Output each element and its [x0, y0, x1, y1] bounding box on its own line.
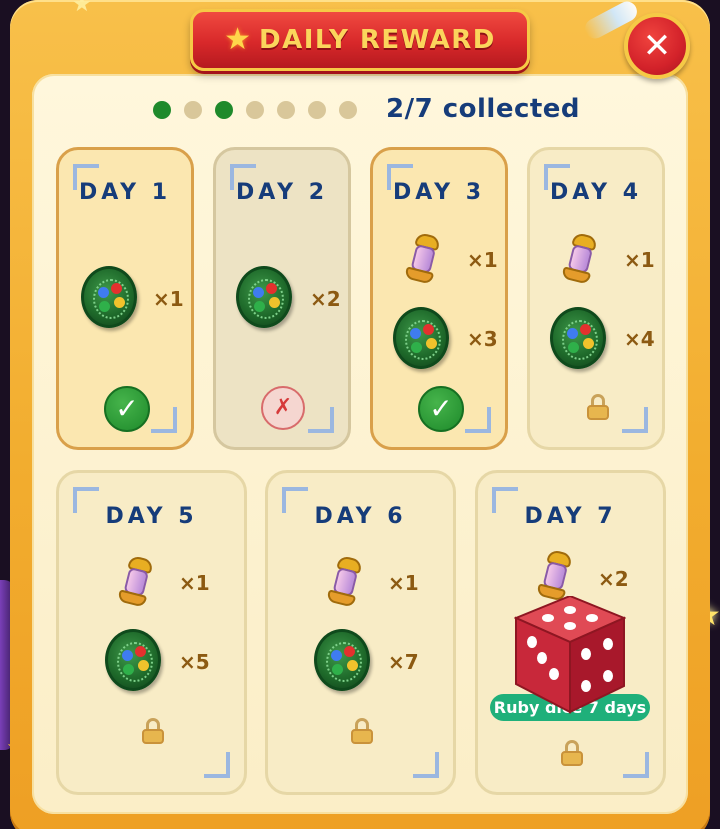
- dialog-title: DAILY REWARD: [259, 25, 496, 55]
- day-card-2[interactable]: DAY 2 ×2 ✗: [213, 147, 351, 450]
- day-label: DAY 2: [235, 180, 329, 205]
- green-disc-icon: [314, 629, 370, 691]
- corner-bracket: [308, 407, 334, 433]
- corner-bracket: [623, 752, 649, 778]
- title-banner: ★ DAILY REWARD: [190, 9, 530, 71]
- day-label: DAY 5: [105, 504, 198, 529]
- reward-quantity: ×1: [153, 287, 184, 311]
- corner-bracket: [204, 752, 230, 778]
- reward-quantity: ×1: [388, 571, 419, 595]
- day-label: DAY 1: [78, 180, 172, 205]
- lock-icon: [351, 718, 373, 744]
- corner-bracket: [622, 407, 648, 433]
- reward-quantity: ×2: [310, 287, 341, 311]
- green-disc-icon: [393, 307, 449, 369]
- day-card-6[interactable]: DAY 6 ×1 ×7: [265, 470, 456, 795]
- ruby-dice-icon: [514, 596, 626, 714]
- claimed-check-icon: ✓: [104, 386, 150, 432]
- day-label: DAY 6: [314, 504, 407, 529]
- star-icon: ★: [224, 22, 252, 57]
- collected-count: 2/7 collected: [386, 94, 581, 124]
- progress-dot-4: [246, 101, 264, 119]
- day-label: DAY 7: [524, 504, 617, 529]
- day-card-3[interactable]: DAY 3 ×1 ×3 ✓: [370, 147, 508, 450]
- progress-dot-3: [215, 101, 233, 119]
- claimed-check-icon: ✓: [418, 386, 464, 432]
- lantern-icon: [319, 553, 370, 613]
- day-card-5[interactable]: DAY 5 ×1 ×5: [56, 470, 247, 795]
- close-icon: ✕: [642, 26, 672, 66]
- progress-dot-2: [184, 101, 202, 119]
- reward-quantity: ×1: [624, 248, 655, 272]
- close-button[interactable]: ✕: [624, 13, 690, 79]
- progress-dot-6: [308, 101, 326, 119]
- reward-quantity: ×1: [467, 248, 498, 272]
- green-disc-icon: [81, 266, 137, 328]
- corner-bracket: [413, 752, 439, 778]
- reward-quantity: ×4: [624, 327, 655, 351]
- reward-quantity: ×3: [467, 327, 498, 351]
- reward-quantity: ×2: [598, 567, 629, 591]
- day-card-4[interactable]: DAY 4 ×1 ×4: [527, 147, 665, 450]
- day-label: DAY 4: [549, 180, 643, 205]
- green-disc-icon: [105, 629, 161, 691]
- progress-dot-5: [277, 101, 295, 119]
- day-label: DAY 3: [392, 180, 486, 205]
- decor-star-icon: ★: [72, 0, 92, 17]
- progress-dots: [153, 101, 357, 119]
- day-card-1[interactable]: DAY 1 ×1 ✓: [56, 147, 194, 450]
- lantern-icon: [397, 230, 448, 290]
- reward-quantity: ×1: [179, 571, 210, 595]
- green-disc-icon: [236, 266, 292, 328]
- corner-bracket: [465, 407, 491, 433]
- lantern-icon: [554, 230, 605, 290]
- lantern-icon: [110, 553, 161, 613]
- lock-icon: [587, 394, 609, 420]
- progress-dot-7: [339, 101, 357, 119]
- progress-dot-1: [153, 101, 171, 119]
- reward-quantity: ×7: [388, 650, 419, 674]
- lock-icon: [142, 718, 164, 744]
- reward-quantity: ×5: [179, 650, 210, 674]
- green-disc-icon: [550, 307, 606, 369]
- lock-icon: [561, 740, 583, 766]
- corner-bracket: [151, 407, 177, 433]
- missed-x-icon: ✗: [261, 386, 305, 430]
